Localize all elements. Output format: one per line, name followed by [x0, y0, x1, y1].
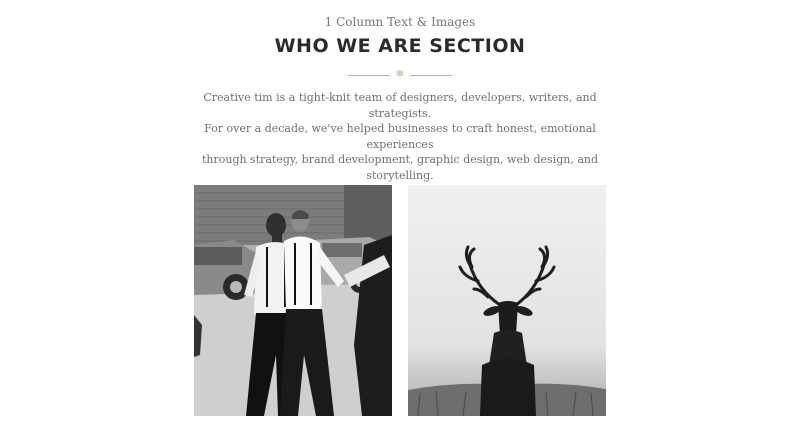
- section-eyebrow: 1 Column Text & Images: [324, 15, 476, 29]
- section-title: WHO WE ARE SECTION: [274, 35, 526, 57]
- description-line: Creative tim is a tight-knit team of des…: [203, 91, 597, 120]
- description-line: through strategy, brand development, gra…: [201, 153, 599, 182]
- divider-line-left: [348, 75, 390, 76]
- deer-image: [408, 185, 606, 416]
- title-divider: ✻: [348, 68, 452, 82]
- divider-line-right: [410, 75, 452, 76]
- section-description: Creative tim is a tight-knit team of des…: [190, 90, 610, 183]
- page: 1 Column Text & Images WHO WE ARE SECTIO…: [0, 0, 800, 430]
- asterisk-icon: ✻: [395, 69, 405, 80]
- description-line: For over a decade, we've helped business…: [204, 122, 596, 151]
- men-walking-image: [194, 185, 392, 416]
